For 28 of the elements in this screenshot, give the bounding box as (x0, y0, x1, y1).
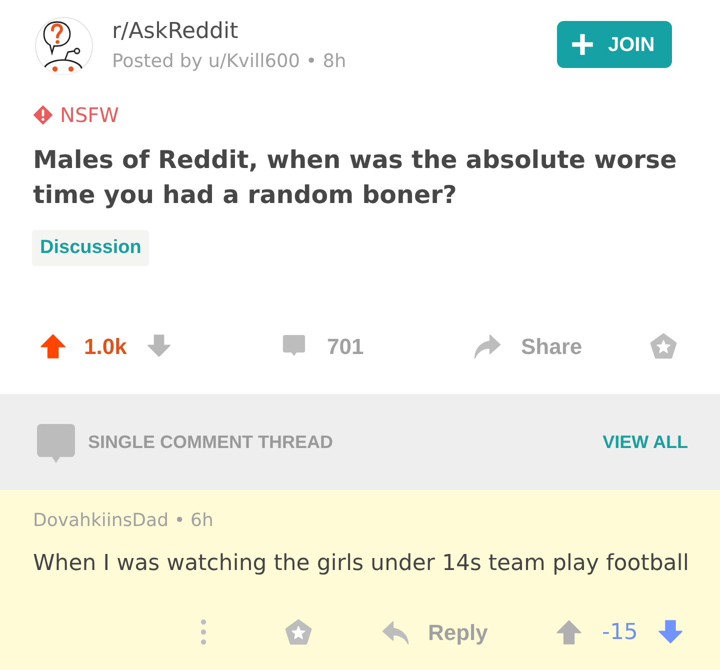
comment-icon (37, 424, 75, 464)
flair-tag: Discussion (32, 230, 150, 266)
vote-score: 1.0k (84, 332, 127, 360)
more-options-icon[interactable] (200, 619, 207, 645)
downvote-icon[interactable] (658, 619, 683, 645)
post-byline: Posted by u/Kvill600 • 8h (112, 51, 346, 73)
subreddit-link[interactable]: r/AskReddit (112, 19, 346, 45)
plus-icon (571, 33, 594, 56)
comment-icon (281, 333, 307, 359)
comments-button[interactable]: 701 (281, 330, 364, 362)
warning-icon (33, 105, 53, 125)
vote-score: -15 (602, 618, 638, 646)
thread-label: SINGLE COMMENT THREAD (88, 430, 333, 454)
post-title: Males of Reddit, when was the absolute worse time you had a random boner? (33, 144, 678, 211)
comment-body: When I was watching the girls under 14s team play football (33, 550, 689, 578)
upvote-icon[interactable] (40, 333, 66, 359)
upvote-icon[interactable] (556, 619, 582, 645)
join-button[interactable]: JOIN (557, 21, 672, 68)
star-badge-icon[interactable] (649, 332, 678, 360)
reply-button[interactable]: Reply (381, 616, 488, 648)
downvote-icon[interactable] (146, 333, 171, 359)
share-button[interactable]: Share (473, 330, 582, 362)
comment-meta: DovahkiinsDad • 6h (33, 510, 214, 532)
star-badge-icon[interactable] (284, 618, 313, 646)
subreddit-avatar-icon (35, 17, 93, 75)
share-arrow-icon (473, 332, 502, 360)
view-all-link[interactable]: VIEW ALL (602, 428, 688, 456)
nsfw-label: NSFW (60, 103, 119, 127)
